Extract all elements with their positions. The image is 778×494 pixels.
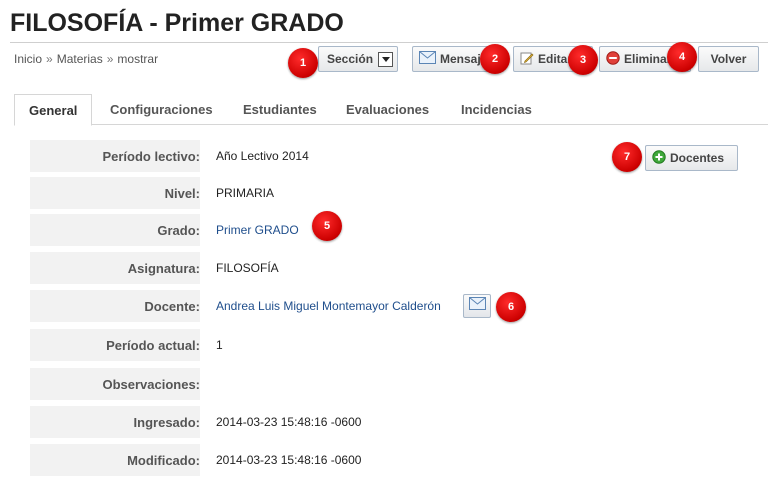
field-value-modificado: 2014-03-23 15:48:16 -0600 [216,453,362,467]
field-value-ingresado: 2014-03-23 15:48:16 -0600 [216,415,362,429]
envelope-icon [419,51,436,67]
field-value-periodo-actual: 1 [216,338,223,352]
field-label-modificado: Modificado: [30,444,200,476]
annotation-badge: 6 [496,292,526,322]
annotation-badge: 2 [480,44,510,74]
field-value-periodo-lectivo: Año Lectivo 2014 [216,149,309,163]
field-label-text: Nivel: [164,185,200,201]
breadcrumb-separator: » [46,52,53,66]
field-label-observaciones: Observaciones: [30,368,200,400]
docente-link[interactable]: Andrea Luis Miguel Montemayor Calderón [216,299,441,313]
tab-general[interactable]: General [14,94,93,126]
breadcrumb-separator: » [106,52,114,66]
field-label-text: Docente: [144,298,200,314]
field-label-grado: Grado: [30,214,200,246]
tab-configuraciones[interactable]: Configuraciones [96,94,227,125]
add-green-icon [652,149,666,167]
dropdown-arrow-icon [378,51,393,67]
field-label-text: Período lectivo: [102,148,200,164]
field-value-nivel: PRIMARIA [216,186,275,200]
breadcrumb: Inicio» Materias» mostrar [14,52,158,66]
breadcrumb-item-materias[interactable]: Materias [57,52,103,66]
field-label-text: Asignatura: [127,260,200,276]
field-label-asignatura: Asignatura: [30,252,200,284]
docentes-label: Docentes [670,151,725,165]
delete-circle-icon [606,50,620,68]
field-label-nivel: Nivel: [30,177,200,209]
seccion-label: Sección [327,52,374,66]
annotation-badge: 4 [667,42,697,72]
add-docentes-button[interactable]: Docentes [645,145,738,171]
field-label-ingresado: Ingresado: [30,406,200,438]
page-title: FILOSOFÍA - Primer GRADO [10,9,344,37]
tab-incidencias[interactable]: Incidencias [447,94,546,125]
breadcrumb-item-mostrar: mostrar [117,52,159,66]
field-value-grado: Primer GRADO [216,214,299,246]
annotation-badge: 3 [568,45,598,75]
tab-estudiantes[interactable]: Estudiantes [229,94,331,125]
breadcrumb-item-inicio[interactable]: Inicio [14,52,42,66]
envelope-icon [468,297,486,315]
title-divider [10,42,768,43]
pencil-icon [520,51,534,68]
field-value-asignatura: FILOSOFÍA [216,261,279,275]
grado-link[interactable]: Primer GRADO [216,223,299,237]
eliminar-label: Eliminar [624,52,672,66]
field-label-text: Observaciones: [102,376,200,392]
tab-bar: General Configuraciones Estudiantes Eval… [14,94,768,126]
editar-label: Editar [538,52,573,66]
volver-button[interactable]: Volver [698,46,759,72]
annotation-badge: 1 [288,48,318,78]
field-label-docente: Docente: [30,290,200,322]
annotation-badge: 5 [312,211,342,241]
field-label-text: Modificado: [127,452,200,468]
field-label-periodo-actual: Período actual: [30,329,200,361]
field-value-docente: Andrea Luis Miguel Montemayor Calderón [216,290,441,322]
field-label-periodo-lectivo: Período lectivo: [30,140,200,172]
annotation-badge: 7 [612,142,642,172]
volver-label: Volver [710,52,747,66]
seccion-button[interactable]: Sección [318,46,398,72]
tab-evaluaciones[interactable]: Evaluaciones [332,94,443,125]
docente-mail-button[interactable] [463,294,491,318]
field-label-text: Ingresado: [133,414,200,430]
field-label-text: Período actual: [106,337,200,353]
field-label-text: Grado: [157,222,200,238]
